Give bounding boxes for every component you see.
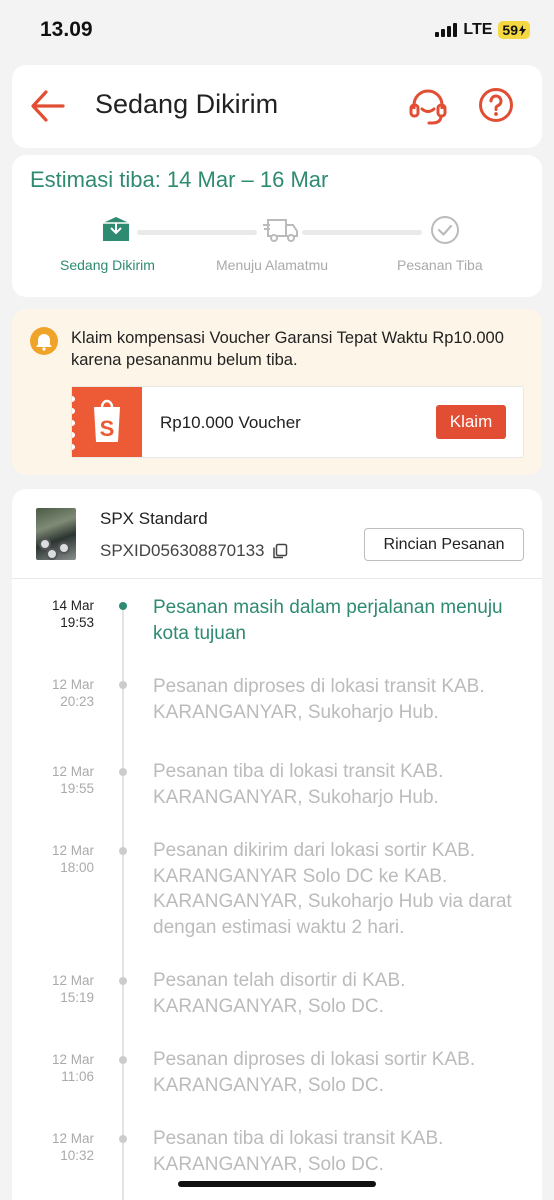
event-day: 12 Mar (51, 973, 94, 988)
event-text: Pesanan diproses di lokasi sortir KAB. K… (153, 1049, 476, 1096)
svg-text:S: S (100, 416, 115, 441)
voucher-message: Klaim kompensasi Voucher Garansi Tepat W… (71, 329, 504, 369)
help-button[interactable] (478, 87, 514, 123)
event-text: Pesanan telah disortir di KAB. KARANGANY… (153, 970, 406, 1017)
estimate-card: Estimasi tiba: 14 Mar – 16 Mar Sedang Di… (12, 155, 542, 297)
event-date: 12 Mar 20:23 (12, 676, 94, 710)
event-time: 19:55 (60, 781, 94, 796)
tracking-number: SPXID056308870133 (100, 541, 265, 560)
claim-button[interactable]: Klaim (436, 405, 506, 439)
voucher-logo: S (69, 387, 142, 457)
voucher-card: Klaim kompensasi Voucher Garansi Tepat W… (12, 309, 542, 475)
voucher-name: Rp10.000 Voucher (160, 413, 301, 432)
event-day: 12 Mar (51, 677, 94, 692)
network-type: LTE (463, 21, 493, 38)
copy-icon[interactable] (272, 543, 288, 559)
event-text: Pesanan tiba di lokasi transit KAB. KARA… (153, 761, 444, 808)
signal-icon (435, 23, 458, 37)
event-date: 12 Mar 10:32 (12, 1130, 94, 1164)
event-time: 18:00 (60, 860, 94, 875)
event-text: Pesanan masih dalam perjalanan menuju ko… (153, 597, 503, 644)
support-button[interactable] (408, 87, 448, 127)
progress-line (302, 230, 422, 235)
estimate-title: Estimasi tiba: 14 Mar – 16 Mar (30, 167, 329, 192)
home-indicator[interactable] (178, 1181, 376, 1187)
event-text: Pesanan tiba di lokasi transit KAB. KARA… (153, 1128, 444, 1175)
event-time: 19:53 (60, 615, 94, 630)
event-dot (119, 1056, 127, 1064)
event-day: 14 Mar (51, 598, 94, 613)
step-label-on-the-way: Menuju Alamatmu (216, 257, 329, 273)
event-date: 14 Mar 19:53 (12, 597, 94, 631)
courier-name: SPX Standard (100, 509, 208, 528)
event-day: 12 Mar (51, 764, 94, 779)
event-day: 12 Mar (51, 1131, 94, 1146)
event-dot (119, 977, 127, 985)
step-label-shipping: Sedang Dikirim (60, 257, 155, 273)
status-bar: 13.09 LTE 59 (0, 0, 554, 64)
event-date: 12 Mar 19:55 (12, 763, 94, 797)
event-time: 15:19 (60, 990, 94, 1005)
event-date: 12 Mar 15:19 (12, 972, 94, 1006)
battery-level: 59 (502, 22, 518, 38)
product-thumbnail (36, 508, 76, 560)
event-time: 20:23 (60, 694, 94, 709)
step-label-arrived: Pesanan Tiba (397, 257, 483, 273)
header: Sedang Dikirim (12, 65, 542, 148)
bell-icon (30, 327, 58, 355)
box-icon (103, 217, 129, 241)
back-button[interactable] (30, 87, 66, 125)
event-text: Pesanan dikirim dari lokasi sortir KAB. … (153, 840, 512, 938)
back-arrow-icon (31, 90, 65, 122)
tracking-number-row: SPXID056308870133 (100, 541, 288, 561)
status-time: 13.09 (40, 18, 93, 41)
help-icon (479, 88, 513, 122)
event-date: 12 Mar 11:06 (12, 1051, 94, 1085)
shopee-bag-icon: S (69, 396, 120, 450)
headset-icon (409, 89, 447, 125)
truck-icon (263, 219, 298, 242)
event-dot (119, 681, 127, 689)
divider (12, 578, 542, 579)
order-details-button[interactable]: Rincian Pesanan (364, 528, 524, 561)
event-time: 10:32 (60, 1148, 94, 1163)
event-dot (119, 847, 127, 855)
tracking-card: SPX Standard SPXID056308870133 Rincian P… (12, 489, 542, 1200)
status-indicators: LTE 59 (435, 21, 530, 39)
page-title: Sedang Dikirim (95, 89, 279, 119)
event-text: Pesanan diproses di lokasi transit KAB. … (153, 676, 485, 723)
check-circle-icon (431, 216, 459, 244)
event-day: 12 Mar (51, 1052, 94, 1067)
event-dot (119, 768, 127, 776)
voucher-ticket: S Rp10.000 Voucher Klaim (69, 386, 524, 458)
event-dot (119, 602, 127, 610)
event-day: 12 Mar (51, 843, 94, 858)
event-time: 11:06 (61, 1069, 94, 1084)
progress-line (137, 230, 257, 235)
timeline-line (122, 603, 124, 1200)
event-date: 12 Mar 18:00 (12, 842, 94, 876)
battery-indicator: 59 (498, 21, 530, 39)
event-dot (119, 1135, 127, 1143)
charging-bolt-icon (519, 24, 526, 36)
